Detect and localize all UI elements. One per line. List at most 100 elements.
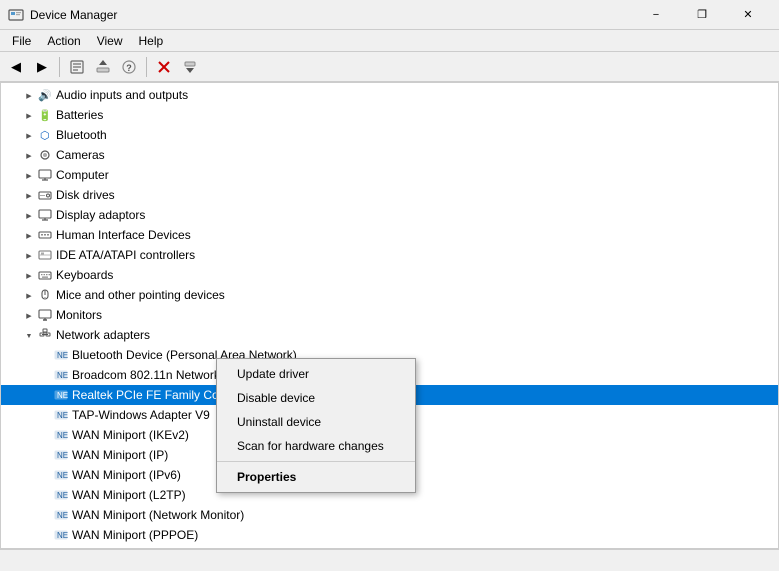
net-wan-ip-icon: NET — [53, 447, 69, 463]
expand-keyboards[interactable] — [21, 267, 37, 283]
tree-item-batteries[interactable]: Batteries — [1, 105, 778, 125]
net-realtek-icon: NET — [53, 387, 69, 403]
display-label: Display adaptors — [56, 208, 145, 222]
net-wan-ip-label: WAN Miniport (IP) — [72, 448, 168, 462]
restore-button[interactable]: ❐ — [679, 0, 725, 30]
tree-item-display[interactable]: Display adaptors — [1, 205, 778, 225]
tree-item-network[interactable]: Network adapters — [1, 325, 778, 345]
context-menu-separator — [217, 461, 415, 462]
minimize-button[interactable]: − — [633, 0, 679, 30]
monitors-label: Monitors — [56, 308, 102, 322]
expand-disk[interactable] — [21, 187, 37, 203]
menu-action[interactable]: Action — [39, 32, 88, 50]
computer-icon — [37, 167, 53, 183]
bluetooth-icon: ⬡ — [37, 127, 53, 143]
ctx-uninstall-device[interactable]: Uninstall device — [217, 410, 415, 434]
tree-item-hid[interactable]: Human Interface Devices — [1, 225, 778, 245]
toolbar: ◀ ▶ ? — [0, 52, 779, 82]
expand-network[interactable] — [21, 327, 37, 343]
expand-mice[interactable] — [21, 287, 37, 303]
expand-bluetooth[interactable] — [21, 127, 37, 143]
expand-display[interactable] — [21, 207, 37, 223]
keyboard-icon — [37, 267, 53, 283]
disk-icon — [37, 187, 53, 203]
svg-text:NET: NET — [57, 371, 68, 380]
tree-item-ide[interactable]: IDE ATA/ATAPI controllers — [1, 245, 778, 265]
app-icon — [8, 7, 24, 23]
net-wan-netw-label: WAN Miniport (Network Monitor) — [72, 508, 244, 522]
mice-icon — [37, 287, 53, 303]
expand-hid[interactable] — [21, 227, 37, 243]
svg-text:NET: NET — [57, 351, 68, 360]
expand-cameras[interactable] — [21, 147, 37, 163]
camera-icon — [37, 147, 53, 163]
expand-audio[interactable] — [21, 87, 37, 103]
tree-item-audio[interactable]: Audio inputs and outputs — [1, 85, 778, 105]
forward-button[interactable]: ▶ — [30, 55, 54, 79]
expand-batteries[interactable] — [21, 107, 37, 123]
svg-text:NET: NET — [57, 471, 68, 480]
ctx-update-driver[interactable]: Update driver — [217, 362, 415, 386]
net-wan-netw-icon: NET — [53, 507, 69, 523]
update-driver-button[interactable] — [91, 55, 115, 79]
expand-computer[interactable] — [21, 167, 37, 183]
net-wan-ikev2-icon: NET — [53, 427, 69, 443]
net-broadcom-icon: NET — [53, 367, 69, 383]
tree-item-cameras[interactable]: Cameras — [1, 145, 778, 165]
tree-item-bluetooth[interactable]: ⬡ Bluetooth — [1, 125, 778, 145]
main-content: Audio inputs and outputs Batteries ⬡ Blu… — [0, 82, 779, 549]
remove-button[interactable] — [152, 55, 176, 79]
ctx-properties[interactable]: Properties — [217, 465, 415, 489]
expand-ide[interactable] — [21, 247, 37, 263]
menu-help[interactable]: Help — [131, 32, 172, 50]
display-icon — [37, 207, 53, 223]
back-button[interactable]: ◀ — [4, 55, 28, 79]
window-controls: − ❐ ✕ — [633, 0, 771, 30]
net-tap-icon: NET — [53, 407, 69, 423]
monitors-icon — [37, 307, 53, 323]
net-tap-label: TAP-Windows Adapter V9 — [72, 408, 210, 422]
tree-item-keyboards[interactable]: Keyboards — [1, 265, 778, 285]
properties-button[interactable] — [65, 55, 89, 79]
computer-label: Computer — [56, 168, 109, 182]
network-label: Network adapters — [56, 328, 150, 342]
mice-label: Mice and other pointing devices — [56, 288, 225, 302]
scan-button[interactable] — [178, 55, 202, 79]
expand-monitors[interactable] — [21, 307, 37, 323]
tree-item-net-wan-pptp[interactable]: NET WAN Miniport (PPTP) — [1, 545, 778, 548]
hid-label: Human Interface Devices — [56, 228, 191, 242]
svg-text:⬡: ⬡ — [40, 130, 50, 142]
svg-text:NET: NET — [57, 411, 68, 420]
disk-label: Disk drives — [56, 188, 115, 202]
net-wan-pppoe-label: WAN Miniport (PPPOE) — [72, 528, 198, 542]
menu-bar: File Action View Help — [0, 30, 779, 52]
svg-text:NET: NET — [57, 531, 68, 540]
status-bar — [0, 549, 779, 571]
batteries-label: Batteries — [56, 108, 103, 122]
hid-icon — [37, 227, 53, 243]
menu-view[interactable]: View — [89, 32, 131, 50]
battery-icon — [37, 107, 53, 123]
tree-item-monitors[interactable]: Monitors — [1, 305, 778, 325]
ide-icon — [37, 247, 53, 263]
toolbar-separator-1 — [59, 57, 60, 77]
title-bar: Device Manager − ❐ ✕ — [0, 0, 779, 30]
tree-item-mice[interactable]: Mice and other pointing devices — [1, 285, 778, 305]
net-wan-pptp-icon: NET — [53, 547, 69, 548]
menu-file[interactable]: File — [4, 32, 39, 50]
ctx-scan-hardware[interactable]: Scan for hardware changes — [217, 434, 415, 458]
context-menu: Update driver Disable device Uninstall d… — [216, 358, 416, 493]
ctx-disable-device[interactable]: Disable device — [217, 386, 415, 410]
tree-item-disk[interactable]: Disk drives — [1, 185, 778, 205]
help-button[interactable]: ? — [117, 55, 141, 79]
net-wan-pppoe-icon: NET — [53, 527, 69, 543]
svg-text:NET: NET — [57, 491, 68, 500]
window-title: Device Manager — [30, 8, 633, 22]
tree-item-net-wan-netw[interactable]: NET WAN Miniport (Network Monitor) — [1, 505, 778, 525]
tree-item-computer[interactable]: Computer — [1, 165, 778, 185]
tree-item-net-wan-pppoe[interactable]: NET WAN Miniport (PPPOE) — [1, 525, 778, 545]
net-wan-ikev2-label: WAN Miniport (IKEv2) — [72, 428, 189, 442]
net-wan-ipv6-icon: NET — [53, 467, 69, 483]
close-button[interactable]: ✕ — [725, 0, 771, 30]
svg-text:?: ? — [126, 63, 132, 73]
